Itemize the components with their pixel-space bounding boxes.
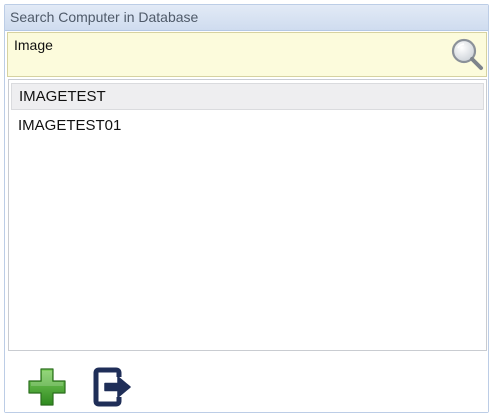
search-bar — [7, 32, 487, 77]
search-input[interactable] — [8, 33, 440, 76]
list-item-label: IMAGETEST — [19, 88, 106, 105]
magnifier-icon — [451, 38, 483, 70]
results-list: IMAGETEST IMAGETEST01 — [8, 79, 487, 351]
exit-icon — [93, 367, 131, 407]
exit-button[interactable] — [89, 364, 135, 410]
toolbar — [5, 351, 488, 412]
list-item[interactable]: IMAGETEST — [11, 83, 484, 110]
window-title-bar: Search Computer in Database — [5, 5, 488, 31]
search-button[interactable] — [450, 37, 484, 71]
search-computer-window: Search Computer in Database IMAGETEST — [4, 4, 489, 413]
add-button[interactable] — [24, 364, 70, 410]
plus-icon — [28, 368, 66, 406]
window-title: Search Computer in Database — [10, 9, 199, 25]
list-item-label: IMAGETEST01 — [18, 117, 122, 134]
list-item[interactable]: IMAGETEST01 — [11, 112, 484, 139]
